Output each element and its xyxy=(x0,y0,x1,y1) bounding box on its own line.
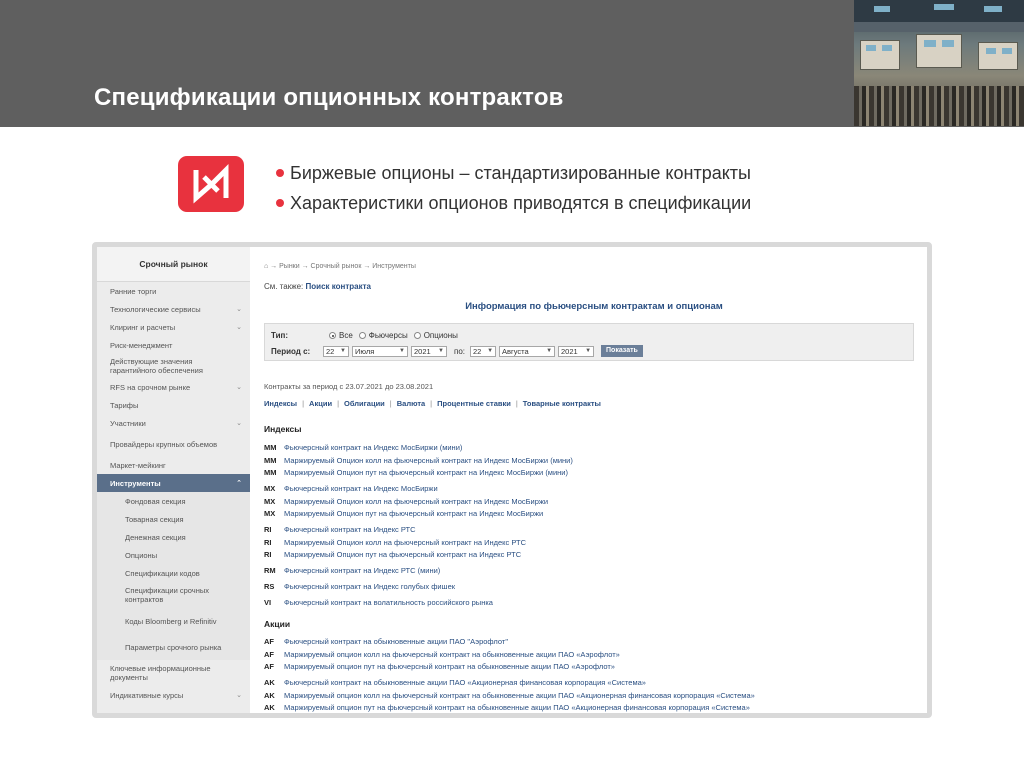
website-screenshot: Срочный рынок Ранние торги Технологическ… xyxy=(92,242,932,718)
caret-down-icon: ▼ xyxy=(546,348,553,354)
sidebar-subitem-code-specs[interactable]: Спецификации кодов xyxy=(97,564,250,582)
bullet-item: Биржевые опционы – стандартизированные к… xyxy=(276,158,751,188)
sidebar-item-providers[interactable]: Провайдеры крупных объемов xyxy=(97,432,250,456)
slide: Спецификации опционных контрактов Биржев… xyxy=(0,0,1024,767)
moex-logo-icon xyxy=(193,163,229,204)
sidebar: Срочный рынок Ранние торги Технологическ… xyxy=(97,247,250,713)
caret-down-icon: ▼ xyxy=(340,348,346,354)
contract-row: AK Фьючерсный контракт на обыкновенные ак… xyxy=(264,678,646,687)
slide-title: Спецификации опционных контрактов xyxy=(94,84,564,111)
sidebar-item-participants[interactable]: Участники ⌄ xyxy=(97,414,250,432)
contract-row: MM Фьючерсный контракт на Индекс МосБиржи… xyxy=(264,443,463,452)
contract-row: RS Фьючерсный контракт на Индекс голубых … xyxy=(264,582,456,591)
contract-row: RI Фьючерсный контракт на Индекс РТС xyxy=(264,525,416,534)
sidebar-item-instruments[interactable]: Инструменты ⌃ xyxy=(97,474,250,492)
sidebar-title: Срочный рынок xyxy=(97,247,250,282)
caret-down-icon: ▼ xyxy=(585,348,592,354)
sidebar-subitem-commodity[interactable]: Товарная секция xyxy=(97,510,250,528)
see-also: См. также: Поиск контракта xyxy=(264,282,371,291)
chevron-up-icon: ⌃ xyxy=(236,479,242,487)
sidebar-subitem-equity[interactable]: Фондовая секция xyxy=(97,492,250,510)
sidebar-item-tech-services[interactable]: Технологические сервисы ⌄ xyxy=(97,300,250,318)
contract-row: VI Фьючерсный контракт на волатильность р… xyxy=(264,598,493,607)
sidebar-item-margin-values[interactable]: Действующие значения гарантийного обеспе… xyxy=(97,354,250,378)
bullet-list: Биржевые опционы – стандартизированные к… xyxy=(276,158,751,218)
tab-currency[interactable]: Валюта xyxy=(397,399,425,408)
section-title-indices: Индексы xyxy=(264,424,302,434)
sidebar-item-risk[interactable]: Риск-менеджмент xyxy=(97,336,250,354)
sidebar-item-tariffs[interactable]: Тарифы xyxy=(97,396,250,414)
sidebar-subitem-bloomberg-codes[interactable]: Коды Bloomberg и Refinitiv xyxy=(97,608,250,634)
show-button[interactable]: Показать xyxy=(601,345,643,357)
contract-row: RI Маржируемый Опцион колл на фьючерсный … xyxy=(264,538,527,547)
period-text: Контракты за период с 23.07.2021 до 23.0… xyxy=(264,382,434,391)
sidebar-item-market-making[interactable]: Маркет-мейкинг xyxy=(97,456,250,474)
chevron-down-icon: ⌄ xyxy=(236,305,242,313)
filter-panel: Тип: Все Фьючерсы Опционы Период с: 22 ▼ … xyxy=(264,323,914,361)
to-year-select[interactable]: 2021 ▼ xyxy=(558,345,595,357)
sidebar-subitem-market-params[interactable]: Параметры срочного рынка xyxy=(97,634,250,660)
chevron-down-icon: ⌄ xyxy=(236,383,242,391)
tab-indices[interactable]: Индексы xyxy=(264,399,297,408)
sidebar-item-clearing[interactable]: Клиринг и расчеты ⌄ xyxy=(97,318,250,336)
caret-down-icon: ▼ xyxy=(399,348,405,354)
radio-options[interactable] xyxy=(413,332,421,339)
contract-row: MX Фьючерсный контракт на Индекс МосБиржи xyxy=(264,484,438,493)
sidebar-subitem-money[interactable]: Денежная секция xyxy=(97,528,250,546)
contract-row: AF Маржируемый опцион пут на фьючерсный к… xyxy=(264,662,615,671)
period-row: Период с: 22 ▼ Июля ▼ 2021 ▼ по: 22 ▼ Август… xyxy=(271,345,643,357)
contract-row: AK Маржируемый опцион колл на фьючерсный … xyxy=(264,691,755,700)
to-month-select[interactable]: Августа ▼ xyxy=(499,345,556,357)
sidebar-item-early-trading[interactable]: Ранние торги xyxy=(97,282,250,300)
contract-search-link[interactable]: Поиск контракта xyxy=(306,282,371,291)
main-content: ⌂ → Рынки → Срочный рынок → Инструменты … xyxy=(256,247,927,713)
caret-down-icon: ▼ xyxy=(487,348,494,354)
sidebar-item-indicative-rates[interactable]: Индикативные курсы ⌄ xyxy=(97,686,250,704)
sidebar-subitem-options[interactable]: Опционы xyxy=(97,546,250,564)
from-day-select[interactable]: 22 ▼ xyxy=(323,345,349,357)
chevron-down-icon: ⌄ xyxy=(236,691,242,699)
bullet-dot-icon xyxy=(276,199,284,207)
contract-row: MM Маржируемый Опцион колл на фьючерсный … xyxy=(264,456,573,465)
radio-futures[interactable] xyxy=(358,332,366,339)
bullet-dot-icon xyxy=(276,169,284,177)
breadcrumb[interactable]: ⌂ → Рынки → Срочный рынок → Инструменты xyxy=(264,263,416,270)
trading-floor-photo xyxy=(854,0,1024,126)
contract-row: RM Фьючерсный контракт на Индекс РТС (мин… xyxy=(264,566,441,575)
to-day-select[interactable]: 22 ▼ xyxy=(470,345,497,357)
sidebar-item-rfs[interactable]: RFS на срочном рынке ⌄ xyxy=(97,378,250,396)
contract-row: MM Маржируемый Опцион пут на фьючерсный к… xyxy=(264,468,568,477)
contract-row: MX Маржируемый Опцион колл на фьючерсный … xyxy=(264,497,549,506)
from-year-select[interactable]: 2021 ▼ xyxy=(411,345,447,357)
bullet-item: Характеристики опционов приводятся в спе… xyxy=(276,188,751,218)
category-tabs: Индексы | Акции | Облигации | Валюта | Проце… xyxy=(264,399,601,408)
section-title-shares: Акции xyxy=(264,619,291,629)
type-row: Тип: Все Фьючерсы Опционы xyxy=(271,331,458,340)
radio-all[interactable] xyxy=(329,332,336,339)
from-month-select[interactable]: Июля ▼ xyxy=(352,345,408,357)
contract-row: AF Фьючерсный контракт на обыкновенные ак… xyxy=(264,637,508,646)
caret-down-icon: ▼ xyxy=(438,348,444,354)
info-title: Информация по фьючерсным контрактам и оп… xyxy=(465,301,723,312)
tab-commodities[interactable]: Товарные контракты xyxy=(523,399,601,408)
contract-row: AF Маржируемый опцион колл на фьючерсный … xyxy=(264,650,620,659)
tab-shares[interactable]: Акции xyxy=(309,399,332,408)
contract-row: MX Маржируемый Опцион пут на фьючерсный к… xyxy=(264,509,544,518)
contract-row: RI Маржируемый Опцион пут на фьючерсный к… xyxy=(264,550,522,559)
moex-logo xyxy=(178,156,244,212)
chevron-down-icon: ⌄ xyxy=(236,323,242,331)
tab-interest-rates[interactable]: Процентные ставки xyxy=(437,399,511,408)
contract-row: AK Маржируемый опцион пут на фьючерсный к… xyxy=(264,703,750,712)
tab-bonds[interactable]: Облигации xyxy=(344,399,385,408)
sidebar-subitem-contract-specs[interactable]: Спецификации срочных контрактов xyxy=(97,582,250,608)
chevron-down-icon: ⌄ xyxy=(236,419,242,427)
sidebar-item-kid[interactable]: Ключевые информационные документы xyxy=(97,660,250,686)
